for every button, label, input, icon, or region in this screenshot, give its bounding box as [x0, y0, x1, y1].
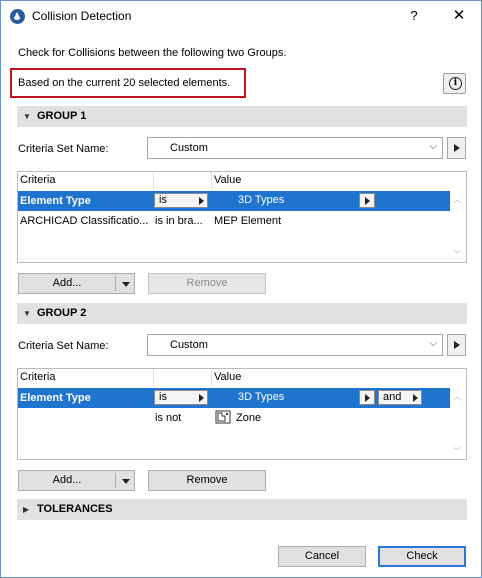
- scroll-up-icon[interactable]: ︿: [453, 391, 461, 402]
- check-button[interactable]: Check: [378, 546, 466, 567]
- info-icon: i: [449, 77, 462, 90]
- group2-criteria-set-select[interactable]: Custom ⌵: [147, 334, 443, 356]
- column-header-criteria: Criteria: [20, 371, 56, 383]
- group2-add-button[interactable]: Add...: [18, 470, 135, 491]
- collision-detection-dialog: Collision Detection ? ✕ Check for Collis…: [0, 0, 482, 578]
- operator-select[interactable]: is: [154, 390, 208, 405]
- value-menu-button[interactable]: [359, 390, 375, 405]
- chevron-right-icon: [413, 394, 418, 402]
- selection-note: Based on the current 20 selected element…: [18, 77, 231, 89]
- logic-operator-value: and: [383, 391, 402, 403]
- group1-header[interactable]: ▼ GROUP 1: [17, 106, 467, 127]
- group2-criteria-table: Criteria Value Element Type is 3D Types …: [17, 368, 467, 460]
- chevron-right-icon: [199, 394, 204, 402]
- table-row[interactable]: ARCHICAD Classificatio... is in bra... M…: [18, 211, 450, 231]
- logic-operator-select[interactable]: and: [378, 390, 422, 405]
- info-button[interactable]: i: [443, 73, 466, 94]
- group2-title: GROUP 2: [37, 307, 87, 319]
- group1-remove-button[interactable]: Remove: [148, 273, 266, 294]
- chevron-down-icon[interactable]: [122, 479, 130, 484]
- criteria-cell: ARCHICAD Classificatio...: [20, 215, 149, 227]
- selection-note-highlight: Based on the current 20 selected element…: [10, 68, 246, 98]
- scroll-down-icon[interactable]: ﹀: [453, 249, 461, 260]
- table-row[interactable]: Element Type is 3D Types and: [18, 388, 450, 408]
- table-header: Criteria Value: [18, 369, 450, 387]
- group1-criteria-set-select[interactable]: Custom ⌵: [147, 137, 443, 159]
- table-row[interactable]: is not Zone: [18, 408, 450, 428]
- expand-triangle-icon: ▼: [23, 112, 31, 121]
- table-row[interactable]: Element Type is 3D Types: [18, 191, 450, 211]
- split-separator: [115, 473, 116, 488]
- column-separator: [153, 369, 154, 387]
- group1-criteria-set-label: Criteria Set Name:: [18, 143, 109, 155]
- group1-criteria-set-menu-button[interactable]: [447, 137, 466, 159]
- operator-value: is: [159, 391, 167, 403]
- column-header-value: Value: [214, 371, 242, 383]
- group2-criteria-set-menu-button[interactable]: [447, 334, 466, 356]
- column-header-criteria: Criteria: [20, 174, 56, 186]
- archicad-app-icon: [10, 9, 25, 24]
- group1-add-button[interactable]: Add...: [18, 273, 135, 294]
- split-separator: [115, 276, 116, 291]
- value-select[interactable]: 3D Types: [213, 390, 375, 405]
- column-separator: [153, 172, 154, 190]
- add-button-label: Add...: [52, 474, 82, 486]
- add-button-label: Add...: [52, 277, 82, 289]
- expand-triangle-icon: ▶: [23, 505, 30, 514]
- help-button[interactable]: ?: [405, 7, 423, 25]
- column-separator: [211, 369, 212, 387]
- table-header: Criteria Value: [18, 172, 450, 190]
- column-header-value: Value: [214, 174, 242, 186]
- value-text: 3D Types: [238, 391, 285, 403]
- group2-header[interactable]: ▼ GROUP 2: [17, 303, 467, 324]
- criteria-cell: Element Type: [20, 392, 91, 404]
- value-text: 3D Types: [238, 194, 285, 206]
- scroll-up-icon[interactable]: ︿: [453, 194, 461, 205]
- chevron-right-icon: [365, 394, 370, 402]
- group2-remove-button[interactable]: Remove: [148, 470, 266, 491]
- column-separator: [211, 172, 212, 190]
- criteria-cell: Element Type: [20, 195, 91, 207]
- operator-select[interactable]: is: [154, 193, 208, 208]
- table-scrollbar[interactable]: ︿ ﹀: [449, 190, 466, 262]
- group1-title: GROUP 1: [37, 110, 87, 122]
- group1-criteria-set-value: Custom: [170, 142, 208, 154]
- operator-value: is: [159, 194, 167, 206]
- title-bar[interactable]: Collision Detection ? ✕: [1, 1, 481, 32]
- group1-criteria-table: Criteria Value Element Type is 3D Types …: [17, 171, 467, 263]
- value-menu-button[interactable]: [359, 193, 375, 208]
- operator-cell: is not: [155, 412, 182, 424]
- cancel-button[interactable]: Cancel: [278, 546, 366, 567]
- expand-triangle-icon: ▼: [23, 309, 31, 318]
- tolerances-header[interactable]: ▶ TOLERANCES: [17, 499, 467, 520]
- chevron-down-icon: ⌵: [429, 141, 437, 152]
- table-scrollbar[interactable]: ︿ ﹀: [449, 387, 466, 459]
- chevron-down-icon: ⌵: [429, 338, 437, 349]
- chevron-down-icon[interactable]: [122, 282, 130, 287]
- dialog-title: Collision Detection: [32, 9, 132, 23]
- group2-criteria-set-label: Criteria Set Name:: [18, 340, 109, 352]
- value-cell: Zone: [236, 412, 262, 424]
- chevron-right-icon: [199, 197, 204, 205]
- scroll-down-icon[interactable]: ﹀: [453, 446, 461, 457]
- tolerances-title: TOLERANCES: [37, 503, 113, 515]
- close-button[interactable]: ✕: [448, 6, 470, 26]
- chevron-right-icon: [365, 197, 370, 205]
- group2-criteria-set-value: Custom: [170, 339, 208, 351]
- intro-text: Check for Collisions between the followi…: [18, 47, 287, 59]
- value-cell: MEP Element: [214, 215, 282, 227]
- value-select[interactable]: 3D Types: [213, 193, 375, 208]
- operator-cell: is in bra...: [155, 215, 203, 227]
- zone-icon: [215, 410, 231, 424]
